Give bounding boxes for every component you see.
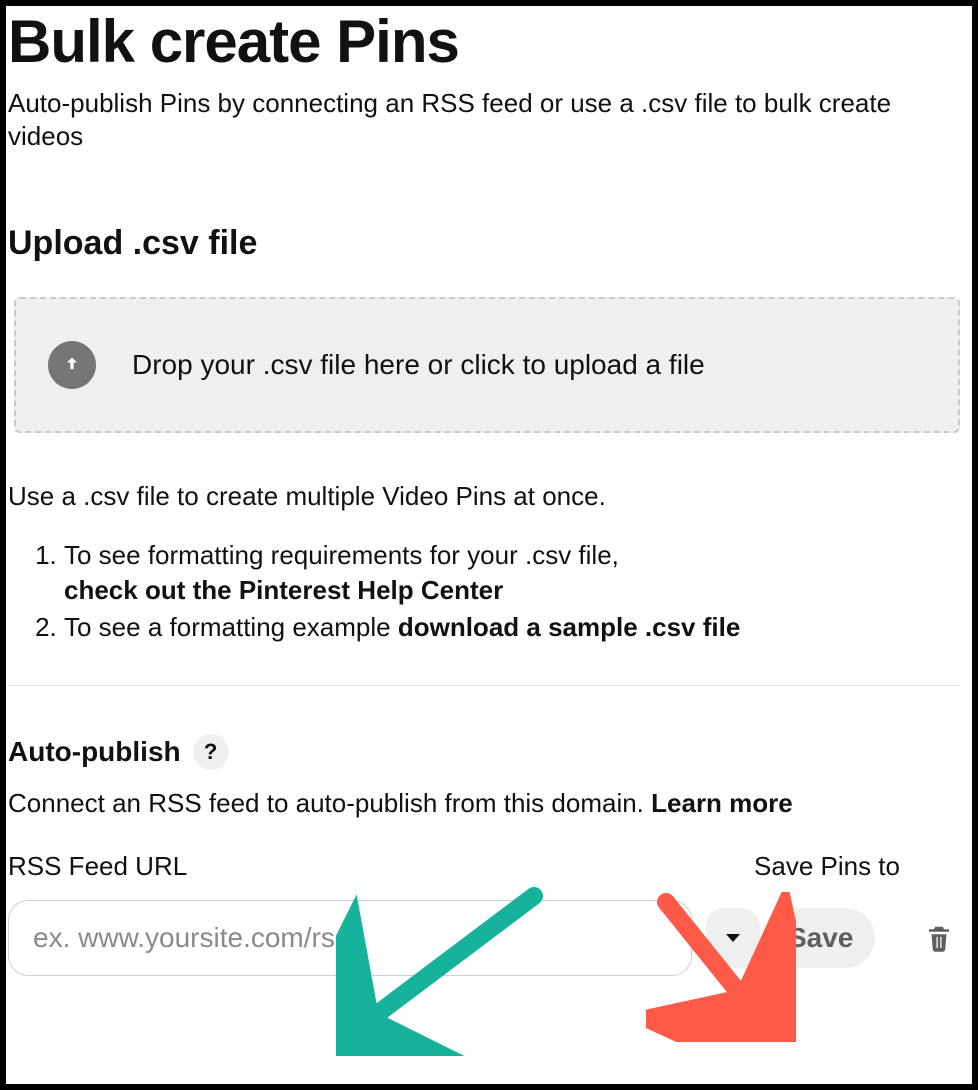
delete-button[interactable] [924,921,960,955]
section-heading-autopublish: Auto-publish [8,736,181,768]
download-sample-link[interactable]: download a sample .csv file [398,612,740,642]
upload-help-list: To see formatting requirements for your … [64,538,960,645]
section-heading-upload: Upload .csv file [8,224,960,263]
dropzone-text: Drop your .csv file here or click to upl… [132,349,705,381]
help-icon[interactable]: ? [193,734,229,770]
help-text: To see a formatting example [64,612,398,642]
save-button[interactable]: Save [766,908,875,968]
board-select-dropdown[interactable] [706,908,760,968]
help-text: To see formatting requirements for your … [64,540,619,570]
chevron-down-icon [721,926,745,950]
page-title: Bulk create Pins [8,10,960,73]
upload-help-lead: Use a .csv file to create multiple Video… [8,481,960,512]
list-item: To see a formatting example download a s… [64,610,960,645]
autopublish-description: Connect an RSS feed to auto-publish from… [8,788,960,819]
list-item: To see formatting requirements for your … [64,538,960,608]
rss-url-label: RSS Feed URL [8,851,187,882]
csv-dropzone[interactable]: Drop your .csv file here or click to upl… [14,297,960,433]
autopublish-description-text: Connect an RSS feed to auto-publish from… [8,788,651,818]
save-button-label: Save [788,922,853,954]
trash-icon [924,921,954,955]
page-subtitle: Auto-publish Pins by connecting an RSS f… [8,87,948,152]
rss-url-input[interactable] [8,900,692,976]
learn-more-link[interactable]: Learn more [651,788,793,818]
save-pins-to-label: Save Pins to [754,851,900,882]
help-center-link[interactable]: check out the Pinterest Help Center [64,575,503,605]
upload-icon [48,341,96,389]
divider [8,685,960,686]
